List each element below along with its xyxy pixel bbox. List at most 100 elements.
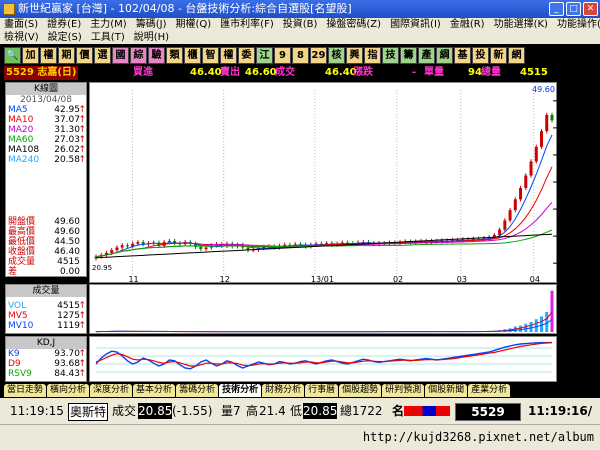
toolbar-button[interactable]: 8 bbox=[292, 46, 309, 64]
minimize-button[interactable]: _ bbox=[549, 2, 564, 16]
ma20-line bbox=[95, 201, 553, 258]
ticker-deal-value: 20.85 bbox=[138, 403, 173, 419]
menu-item[interactable]: 工具(T) bbox=[91, 31, 125, 44]
toolbar-button[interactable]: 權 bbox=[220, 46, 237, 64]
volume-bar bbox=[519, 325, 523, 332]
menu-item[interactable]: 匯市利率(F) bbox=[220, 18, 274, 31]
tab-8[interactable]: 個股趨勢 bbox=[339, 384, 382, 397]
candle-body bbox=[120, 245, 124, 248]
menu-item[interactable]: 說明(H) bbox=[134, 31, 169, 44]
toolbar-button[interactable]: 新 bbox=[490, 46, 507, 64]
toolbar-button[interactable]: 籌 bbox=[400, 46, 417, 64]
toolbar-button[interactable]: 權 bbox=[40, 46, 57, 64]
kd-tick-label: 80 bbox=[561, 345, 570, 353]
candle-body bbox=[519, 187, 523, 200]
y-tick-label: 30 bbox=[561, 205, 571, 214]
menu-item[interactable]: 金融(R) bbox=[450, 18, 485, 31]
min-price-label: 20.95 bbox=[92, 264, 112, 272]
vol-tick-label: 4000 bbox=[559, 292, 577, 300]
tab-9[interactable]: 研判預測 bbox=[382, 384, 425, 397]
chart-svg: 50 45 40 35 30 25 20 11 12 13/01 02 03 04 49.60 20.95 4… bbox=[92, 85, 577, 377]
x-tick-label: 02 bbox=[393, 275, 403, 284]
d-line bbox=[95, 341, 553, 367]
ticker-deal-label: 成交 bbox=[112, 404, 137, 418]
menu-item[interactable]: 操盤密碼(Z) bbox=[326, 18, 381, 31]
toolbar-button[interactable]: 🔍 bbox=[4, 46, 21, 64]
toolbar-button[interactable]: 類 bbox=[166, 46, 183, 64]
toolbar-button[interactable]: 9 bbox=[274, 46, 291, 64]
ticker-stock-name[interactable]: 奧斯特 bbox=[68, 403, 109, 421]
toolbar-button[interactable]: 加 bbox=[22, 46, 39, 64]
y-tick-label: 45 bbox=[561, 124, 571, 133]
menu-item[interactable]: 期權(Q) bbox=[175, 18, 211, 31]
toolbar-button[interactable]: 綜 bbox=[130, 46, 147, 64]
tab-10[interactable]: 個股新聞 bbox=[425, 384, 468, 397]
toolbar-button[interactable]: 綱 bbox=[436, 46, 453, 64]
toolbar-button[interactable]: 驗 bbox=[148, 46, 165, 64]
toolbar-button[interactable]: 選 bbox=[94, 46, 111, 64]
toolbar-button[interactable]: 29 bbox=[310, 46, 327, 64]
close-button[interactable]: ✕ bbox=[583, 2, 598, 16]
toolbar-button[interactable]: 網 bbox=[508, 46, 525, 64]
ticker-low-value: 20.85 bbox=[303, 403, 338, 419]
candle-body bbox=[534, 146, 538, 162]
menu-item[interactable]: 功能選擇(K) bbox=[494, 18, 548, 31]
ticker-code-box[interactable]: 5529 bbox=[455, 403, 521, 421]
toolbar-button[interactable]: 期 bbox=[58, 46, 75, 64]
toolbar-button[interactable]: 核 bbox=[328, 46, 345, 64]
status-bar: http://kujd3268.pixnet.net/album bbox=[0, 424, 600, 450]
menu-item[interactable]: 畫面(S) bbox=[4, 18, 38, 31]
tab-3[interactable]: 基本分析 bbox=[133, 384, 176, 397]
toolbar-button[interactable]: 智 bbox=[202, 46, 219, 64]
candle-body bbox=[545, 114, 549, 132]
menu-item[interactable]: 投資(B) bbox=[283, 18, 318, 31]
tab-5[interactable]: 技術分析 bbox=[219, 384, 262, 397]
toolbar-button[interactable]: 指 bbox=[364, 46, 381, 64]
tab-6[interactable]: 財務分析 bbox=[262, 384, 305, 397]
title-bar: 新世紀贏家 [台灣] - 102/04/08 - 台盤技術分析:綜合自選股[名望… bbox=[0, 0, 600, 18]
maximize-button[interactable]: □ bbox=[566, 2, 581, 16]
candle-body bbox=[125, 245, 129, 247]
tab-11[interactable]: 產業分析 bbox=[468, 384, 511, 397]
toolbar-button[interactable]: 櫃 bbox=[184, 46, 201, 64]
tab-4[interactable]: 籌碼分析 bbox=[176, 384, 219, 397]
menu-item[interactable]: 籌碼(J) bbox=[136, 18, 167, 31]
menu-item[interactable]: 證券(E) bbox=[47, 18, 81, 31]
candle-body bbox=[508, 210, 512, 221]
candle-body bbox=[503, 220, 507, 230]
tab-7[interactable]: 行事曆 bbox=[305, 384, 339, 397]
tab-0[interactable]: 當日走勢 bbox=[4, 384, 47, 397]
menu-item[interactable]: 設定(S) bbox=[48, 31, 82, 44]
toolbar-button[interactable]: 投 bbox=[472, 46, 489, 64]
menu-item[interactable]: 國際資訊(I) bbox=[390, 18, 441, 31]
toolbar-button[interactable]: 產 bbox=[418, 46, 435, 64]
toolbar-button[interactable]: 基 bbox=[454, 46, 471, 64]
toolbar-button[interactable]: 江 bbox=[256, 46, 273, 64]
toolbar-button[interactable]: 技 bbox=[382, 46, 399, 64]
toolbar-button[interactable]: 興 bbox=[346, 46, 363, 64]
ticker-time: 11:19:15 bbox=[10, 404, 64, 418]
axis-labels: 50 45 40 35 30 25 20 11 12 13/01 02 03 04 49.60 20.95 4… bbox=[92, 85, 577, 377]
ticker-name-short: 名 bbox=[392, 404, 405, 418]
kd-lines bbox=[95, 341, 553, 370]
k-line bbox=[95, 341, 553, 370]
candle-body bbox=[513, 199, 517, 211]
toolbar-button[interactable]: 價 bbox=[76, 46, 93, 64]
volume-bar bbox=[550, 290, 554, 332]
menu-item[interactable]: 功能操作(F) bbox=[557, 18, 600, 31]
toolbar-button[interactable]: 國 bbox=[112, 46, 129, 64]
volume-bar bbox=[540, 316, 544, 332]
candle-body bbox=[167, 240, 171, 243]
toolbar-button[interactable]: 委 bbox=[238, 46, 255, 64]
menu-row-1: 畫面(S) 證券(E) 主力(M) 籌碼(J) 期權(Q) 匯市利率(F) 投資(B) 操盤密… bbox=[4, 18, 600, 31]
tab-1[interactable]: 橫向分析 bbox=[47, 384, 90, 397]
ticker-high-value: 21.4 bbox=[259, 404, 286, 418]
y-tick-label: 50 bbox=[561, 97, 571, 106]
menu-row-2: 檢視(V) 設定(S) 工具(T) 說明(H) bbox=[4, 31, 169, 44]
candle-body bbox=[115, 247, 119, 251]
ticker-total-label: 總 bbox=[340, 404, 353, 418]
y-tick-label: 35 bbox=[561, 178, 571, 187]
tab-2[interactable]: 深度分析 bbox=[90, 384, 133, 397]
menu-item[interactable]: 檢視(V) bbox=[4, 31, 39, 44]
menu-item[interactable]: 主力(M) bbox=[90, 18, 126, 31]
